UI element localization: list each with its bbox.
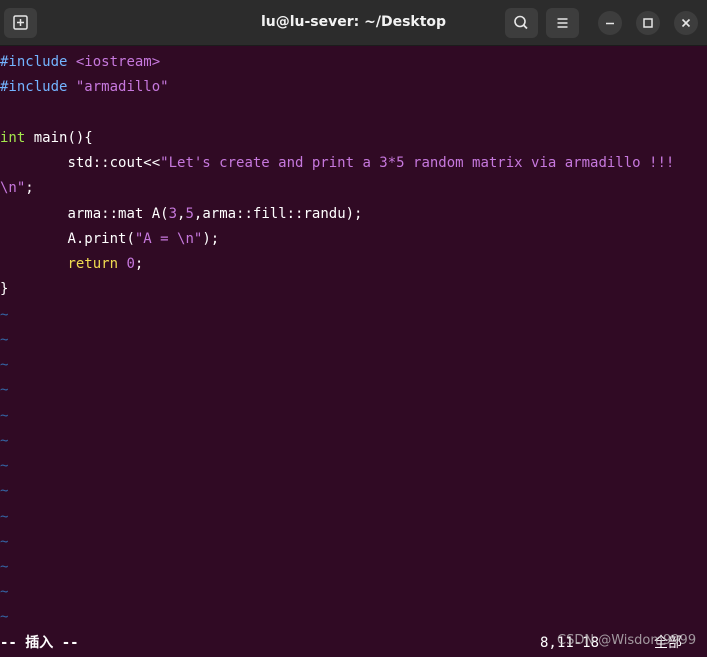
maximize-icon xyxy=(643,18,653,28)
include-target: <iostream> xyxy=(75,54,161,70)
closing-brace: } xyxy=(0,281,9,297)
search-button[interactable] xyxy=(505,8,538,38)
empty-line-tilde: ~ xyxy=(0,559,9,575)
code-line-8: A.print("A = \n"); xyxy=(0,227,219,252)
code-line-10: } xyxy=(0,277,8,302)
close-button[interactable] xyxy=(674,11,698,35)
preprocessor: #include xyxy=(0,79,68,95)
empty-line-tilde: ~ xyxy=(0,584,9,600)
string-literal: "Let's create and print a 3*5 random mat… xyxy=(160,155,675,171)
menu-button[interactable] xyxy=(546,8,579,38)
string-literal-cont: \n" xyxy=(0,180,26,196)
empty-line-tilde: ~ xyxy=(0,382,9,398)
print-call: A.print( xyxy=(67,231,135,247)
return-keyword: return xyxy=(67,256,119,272)
code-line-7: arma::mat A(3,5,arma::fill::randu); xyxy=(0,202,362,227)
empty-line-tilde: ~ xyxy=(0,609,9,625)
vim-editor[interactable]: #include <iostream> #include "armadillo"… xyxy=(0,50,707,630)
empty-line-tilde: ~ xyxy=(0,307,9,323)
code-line-4: int main(){ xyxy=(0,126,93,151)
empty-line-tilde: ~ xyxy=(0,433,9,449)
number-literal: 0 xyxy=(126,256,135,272)
close-icon xyxy=(681,18,691,28)
code-line-5: std::cout<<"Let's create and print a 3*5… xyxy=(0,151,674,176)
watermark: CSDN @Wisdom9999 xyxy=(557,633,697,648)
code-line-1: #include <iostream> xyxy=(0,50,160,75)
code-line-2: #include "armadillo" xyxy=(0,75,169,100)
empty-line-tilde: ~ xyxy=(0,408,9,424)
search-icon xyxy=(514,15,528,30)
code-line-9: return 0; xyxy=(0,252,143,277)
semicolon: ; xyxy=(134,256,144,272)
empty-line-tilde: ~ xyxy=(0,332,9,348)
mat-args: ,arma::fill::randu); xyxy=(193,206,363,222)
string-literal: "A = \n" xyxy=(134,231,203,247)
empty-line-tilde: ~ xyxy=(0,534,9,550)
semicolon: ; xyxy=(25,180,34,196)
function-signature: main(){ xyxy=(25,130,93,146)
insert-mode-indicator: -- 插入 -- xyxy=(0,635,79,651)
terminal-window: lu@lu-sever: ~/Desktop #include <iostrea… xyxy=(0,0,707,657)
type-keyword: int xyxy=(0,130,26,146)
number-literal: 5 xyxy=(185,206,194,222)
include-target: "armadillo" xyxy=(75,79,169,95)
hamburger-menu-icon xyxy=(557,18,568,28)
empty-line-tilde: ~ xyxy=(0,483,9,499)
minimize-icon xyxy=(606,22,614,25)
empty-line-tilde: ~ xyxy=(0,357,9,373)
empty-line-tilde: ~ xyxy=(0,509,9,525)
empty-line-tilde: ~ xyxy=(0,458,9,474)
code-line-6: \n"; xyxy=(0,176,34,201)
minimize-button[interactable] xyxy=(598,11,622,35)
preprocessor: #include xyxy=(0,54,68,70)
number-literal: 3 xyxy=(168,206,178,222)
mat-decl: arma::mat A( xyxy=(67,206,169,222)
cout-call: std::cout<< xyxy=(67,155,161,171)
maximize-button[interactable] xyxy=(636,11,660,35)
print-close: ); xyxy=(202,231,220,247)
title-bar[interactable]: lu@lu-sever: ~/Desktop xyxy=(0,0,707,46)
